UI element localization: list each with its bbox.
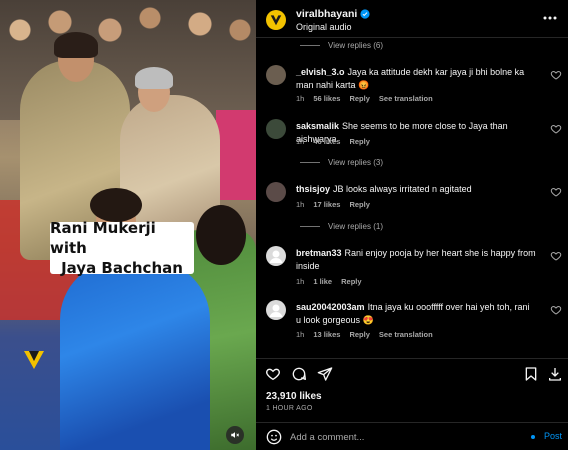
add-comment-bar: Post xyxy=(256,422,568,450)
person-jaya-head xyxy=(135,67,173,112)
comment-username[interactable]: saksmalik xyxy=(296,121,339,131)
save-button[interactable] xyxy=(522,365,540,383)
post-header: viralbhayani Original audio xyxy=(256,0,568,38)
heart-icon xyxy=(266,368,280,381)
comment-body: _elvish_3.o Jaya ka attitude dekh kar jay… xyxy=(296,66,536,92)
see-translation-button[interactable]: See translation xyxy=(379,330,433,339)
paper-plane-icon xyxy=(317,367,333,381)
mute-button[interactable] xyxy=(226,426,244,444)
comment-meta: 1h 13 likes Reply See translation xyxy=(296,330,433,339)
comment-time: 1h xyxy=(296,330,305,339)
original-audio-link[interactable]: Original audio xyxy=(296,22,352,32)
caption-line-1: Rani Mukerji with xyxy=(50,219,156,257)
comment-likes[interactable]: 13 likes xyxy=(313,330,340,339)
view-replies-label: View replies (6) xyxy=(328,41,383,50)
comment-username[interactable]: thsisjoy xyxy=(296,184,330,194)
reply-divider-line xyxy=(300,162,320,163)
reply-button[interactable]: Reply xyxy=(349,330,369,339)
default-avatar-icon xyxy=(269,304,283,317)
comment-text: JB looks always irritated n agitated xyxy=(333,184,472,194)
comment-time: 1h xyxy=(296,137,305,146)
download-button[interactable] xyxy=(546,365,564,383)
reply-button[interactable]: Reply xyxy=(349,94,369,103)
like-comment-heart-icon[interactable] xyxy=(550,250,562,262)
more-horizontal-icon xyxy=(543,16,557,20)
video-caption-overlay: Rani Mukerji with Jaya Bachchan xyxy=(50,219,194,277)
reply-divider-line xyxy=(300,45,320,46)
comment-meta: 1h 1 like Reply xyxy=(296,277,362,286)
post-indicator-dot xyxy=(531,435,535,439)
speaker-muted-icon xyxy=(231,432,240,438)
viral-bhayani-watermark-icon xyxy=(24,351,44,369)
commenter-avatar[interactable] xyxy=(266,119,286,139)
comment-meta: 1h 46 likes Reply xyxy=(296,137,370,146)
caption-line-2: Jaya Bachchan xyxy=(61,259,183,277)
like-comment-heart-icon[interactable] xyxy=(550,186,562,198)
view-replies-label: View replies (3) xyxy=(328,158,383,167)
default-avatar-icon xyxy=(269,250,283,263)
like-comment-heart-icon[interactable] xyxy=(550,304,562,316)
reel-video[interactable]: Rani Mukerji with Jaya Bachchan xyxy=(0,0,256,450)
commenter-avatar[interactable] xyxy=(266,246,286,266)
comment-likes[interactable]: 17 likes xyxy=(313,200,340,209)
comment-time: 1h xyxy=(296,277,305,286)
like-button[interactable] xyxy=(264,365,282,383)
comment-body: sau20042003am Itna jaya ku ooofffff over … xyxy=(296,301,536,327)
speech-bubble-icon xyxy=(292,367,306,381)
author-avatar[interactable] xyxy=(266,10,286,30)
commenter-avatar[interactable] xyxy=(266,182,286,202)
view-replies-button[interactable]: View replies (6) xyxy=(300,41,383,50)
reply-button[interactable]: Reply xyxy=(341,277,361,286)
view-replies-label: View replies (1) xyxy=(328,222,383,231)
add-comment-input[interactable] xyxy=(290,429,510,445)
more-options-button[interactable] xyxy=(540,8,560,28)
comment-meta: 1h 17 likes Reply xyxy=(296,200,370,209)
foreground-hair xyxy=(196,205,246,265)
comment-likes[interactable]: 46 likes xyxy=(313,137,340,146)
like-comment-heart-icon[interactable] xyxy=(550,69,562,81)
comment-username[interactable]: _elvish_3.o xyxy=(296,67,345,77)
blue-saree-person xyxy=(60,260,210,450)
comment-likes[interactable]: 56 likes xyxy=(313,94,340,103)
reply-button[interactable]: Reply xyxy=(349,200,369,209)
comment-button[interactable] xyxy=(290,365,308,383)
emoji-smiley-icon[interactable] xyxy=(266,429,282,445)
commenter-avatar[interactable] xyxy=(266,65,286,85)
post-panel: viralbhayani Original audio View replies… xyxy=(256,0,568,450)
commenter-avatar[interactable] xyxy=(266,300,286,320)
see-translation-button[interactable]: See translation xyxy=(379,94,433,103)
post-comment-button[interactable]: Post xyxy=(544,431,562,441)
comment-body: thsisjoy JB looks always irritated n agit… xyxy=(296,183,536,196)
author-username-row: viralbhayani xyxy=(296,8,370,20)
comment-time: 1h xyxy=(296,200,305,209)
post-timestamp: 1 HOUR AGO xyxy=(266,405,313,412)
comment-username[interactable]: sau20042003am xyxy=(296,302,365,312)
like-comment-heart-icon[interactable] xyxy=(550,123,562,135)
comment-username[interactable]: bretman33 xyxy=(296,248,342,258)
reply-divider-line xyxy=(300,226,320,227)
bookmark-icon xyxy=(525,367,537,381)
author-username[interactable]: viralbhayani xyxy=(296,8,357,20)
post-like-count[interactable]: 23,910 likes xyxy=(266,391,322,402)
comment-meta: 1h 56 likes Reply See translation xyxy=(296,94,433,103)
post-actions-bar xyxy=(256,358,568,386)
comment-time: 1h xyxy=(296,94,305,103)
reply-button[interactable]: Reply xyxy=(349,137,369,146)
comment-likes[interactable]: 1 like xyxy=(313,277,332,286)
person-rani-head xyxy=(54,32,98,82)
pink-saree-person xyxy=(216,110,256,200)
verified-badge-icon xyxy=(360,9,370,19)
viral-bhayani-logo-icon xyxy=(270,15,282,26)
comments-list[interactable]: View replies (6) _elvish_3.o Jaya ka atti… xyxy=(256,38,568,358)
comment-body: bretman33 Rani enjoy pooja by her heart s… xyxy=(296,247,536,273)
view-replies-button[interactable]: View replies (3) xyxy=(300,158,383,167)
share-button[interactable] xyxy=(316,365,334,383)
view-replies-button[interactable]: View replies (1) xyxy=(300,222,383,231)
download-icon xyxy=(549,368,561,381)
